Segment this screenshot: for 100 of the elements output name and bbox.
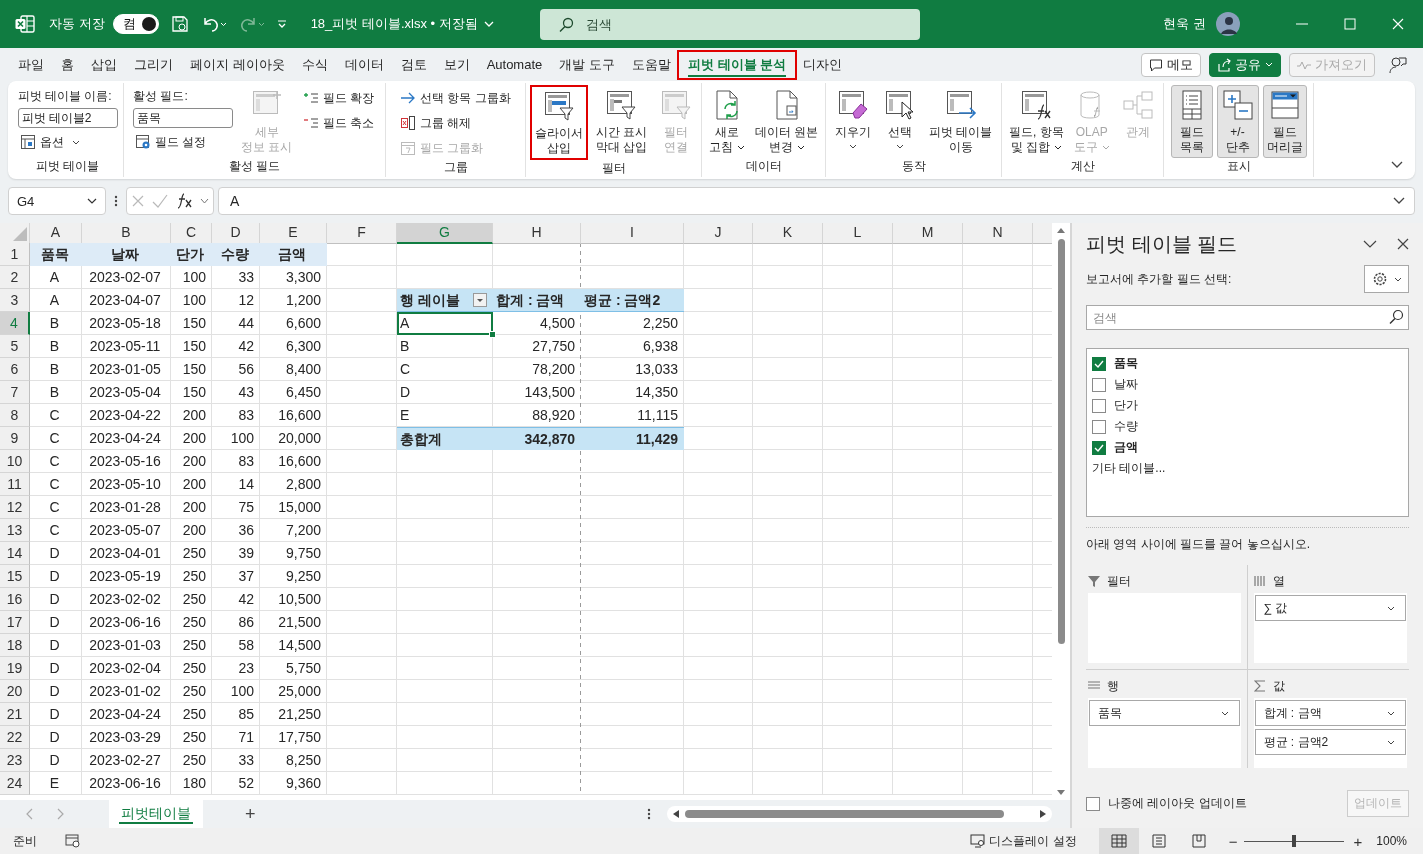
column-header[interactable]: F — [327, 223, 397, 244]
name-box[interactable]: G4 — [8, 187, 106, 215]
sheet-tab[interactable]: 피벗테이블 — [109, 800, 203, 828]
column-header[interactable]: M — [893, 223, 963, 244]
customize-caret-icon[interactable] — [276, 19, 287, 29]
ribbon-button[interactable]: 필드 머리글 — [1262, 85, 1307, 158]
filter-dropdown-icon[interactable] — [473, 293, 487, 307]
scroll-left-icon[interactable] — [673, 810, 679, 818]
display-settings-button[interactable]: 디스플레이 설정 — [970, 832, 1077, 850]
normal-view-button[interactable] — [1098, 828, 1139, 854]
save-icon[interactable] — [170, 15, 189, 33]
more-icon[interactable] — [114, 195, 118, 207]
ribbon-tab[interactable]: 피벗 테이블 분석 — [679, 52, 795, 77]
checkbox[interactable] — [1092, 440, 1106, 455]
ribbon-button[interactable]: 지우기 — [830, 85, 875, 152]
row-header[interactable]: 6 — [0, 358, 30, 381]
ribbon-button[interactable]: 데이터 원본 변경 — [752, 85, 821, 158]
macro-icon[interactable] — [65, 834, 81, 848]
row-header[interactable]: 17 — [0, 611, 30, 634]
add-sheet-button[interactable]: + — [245, 803, 256, 825]
autosave-toggle[interactable]: 켬 — [112, 14, 159, 34]
ribbon-tab[interactable]: 데이터 — [336, 52, 392, 77]
ribbon-button[interactable]: 옵션 — [17, 131, 118, 153]
row-header[interactable]: 7 — [0, 381, 30, 404]
scrollbar-thumb[interactable] — [685, 810, 1004, 818]
row-header[interactable]: 2 — [0, 266, 30, 289]
ribbon-tab[interactable]: 삽입 — [83, 52, 125, 77]
ribbon-tab[interactable]: Automate — [478, 54, 551, 75]
ribbon-tab[interactable]: 개발 도구 — [551, 52, 623, 77]
search-field[interactable]: 검색 — [539, 8, 920, 40]
avatar[interactable] — [1216, 12, 1240, 36]
ribbon-tab[interactable]: 페이지 레이아웃 — [182, 52, 293, 77]
file-name-button[interactable]: 18_피벗 테이블.xlsx • 저장됨 — [310, 15, 494, 33]
checkbox[interactable] — [1086, 796, 1100, 811]
row-header[interactable]: 24 — [0, 772, 30, 795]
column-header[interactable]: J — [684, 223, 753, 244]
ribbon-button[interactable]: 새로 고침 — [706, 85, 749, 158]
ribbon-button[interactable]: 필드 축소 — [300, 112, 376, 134]
settings-button[interactable] — [1364, 265, 1409, 293]
scroll-up-icon[interactable] — [1057, 227, 1065, 233]
drop-area[interactable]: 합계 : 금액 평균 : 금액2 — [1253, 698, 1407, 768]
zoom-level[interactable]: 100% — [1376, 834, 1407, 848]
maximize-icon[interactable] — [1344, 18, 1356, 30]
checkbox[interactable] — [1092, 419, 1106, 434]
ribbon-button[interactable]: 필드 설정 — [133, 131, 234, 153]
comments-button[interactable]: 메모 — [1141, 52, 1201, 77]
zoom-in-button[interactable]: + — [1353, 832, 1363, 850]
ribbon-button[interactable]: 필드 목록 — [1170, 85, 1213, 158]
row-header[interactable]: 14 — [0, 542, 30, 565]
zoom-out-button[interactable]: − — [1228, 832, 1238, 850]
ribbon-tab[interactable]: 수식 — [293, 52, 336, 77]
slider-thumb[interactable] — [1291, 835, 1296, 847]
column-header[interactable]: I — [581, 223, 684, 244]
column-header[interactable]: K — [753, 223, 823, 244]
row-header[interactable]: 5 — [0, 335, 30, 358]
ribbon-button[interactable]: 필드 확장 — [300, 87, 376, 109]
row-header[interactable]: 10 — [0, 450, 30, 473]
formula-field[interactable]: A — [218, 187, 1415, 215]
row-header[interactable]: 3 — [0, 289, 30, 312]
chevron-down-icon[interactable] — [1363, 240, 1377, 248]
row-header[interactable]: 19 — [0, 657, 30, 680]
ribbon-tab[interactable]: 그리기 — [126, 52, 181, 77]
field-chip[interactable]: 품목 — [1089, 700, 1240, 726]
ribbon-tab[interactable]: 홈 — [53, 52, 82, 77]
function-icon[interactable] — [175, 193, 194, 209]
scroll-down-icon[interactable] — [1057, 790, 1065, 796]
ribbon-button[interactable]: 시간 표시 막대 삽입 — [591, 85, 651, 158]
row-header[interactable]: 20 — [0, 680, 30, 703]
ribbon-button[interactable]: 슬라이서 삽입 — [530, 85, 588, 160]
more-tables-link[interactable]: 기타 테이블... — [1092, 460, 1403, 477]
row-header[interactable]: 9 — [0, 427, 30, 450]
ribbon-button[interactable]: 피벗 테이블 이동 — [924, 85, 997, 158]
chevron-down-icon[interactable] — [1391, 161, 1403, 169]
drop-area[interactable]: ∑ 값 — [1253, 593, 1407, 663]
chevron-down-icon[interactable] — [1393, 197, 1405, 205]
feedback-icon[interactable] — [1389, 55, 1407, 74]
name-field[interactable]: 피벗 테이블2 — [17, 108, 118, 128]
row-header[interactable]: 15 — [0, 565, 30, 588]
row-header[interactable]: 13 — [0, 519, 30, 542]
ribbon-button[interactable]: +/- 단추 — [1216, 85, 1259, 158]
column-header[interactable]: G — [397, 223, 493, 244]
ribbon-tab[interactable]: 보기 — [435, 52, 478, 77]
field-chip[interactable]: 합계 : 금액 — [1254, 700, 1406, 726]
row-header[interactable]: 21 — [0, 703, 30, 726]
search-field[interactable]: 검색 — [1086, 305, 1409, 330]
close-icon[interactable] — [1397, 238, 1409, 250]
checkbox[interactable] — [1092, 398, 1106, 413]
share-button[interactable]: 공유 — [1209, 52, 1281, 77]
drop-area[interactable]: 품목 — [1088, 698, 1241, 768]
row-header[interactable]: 18 — [0, 634, 30, 657]
scroll-right-icon[interactable] — [1040, 810, 1046, 818]
name-field[interactable]: 품목 — [133, 108, 234, 128]
row-header[interactable]: 8 — [0, 404, 30, 427]
row-header[interactable]: 4 — [0, 312, 30, 335]
field-chip[interactable]: ∑ 값 — [1254, 595, 1406, 621]
row-header[interactable]: 12 — [0, 496, 30, 519]
ribbon-button[interactable]: 그룹 해제 — [398, 112, 513, 134]
row-header[interactable]: 1 — [0, 243, 30, 266]
ribbon-tab[interactable]: 파일 — [10, 52, 52, 77]
column-header[interactable]: H — [493, 223, 581, 244]
